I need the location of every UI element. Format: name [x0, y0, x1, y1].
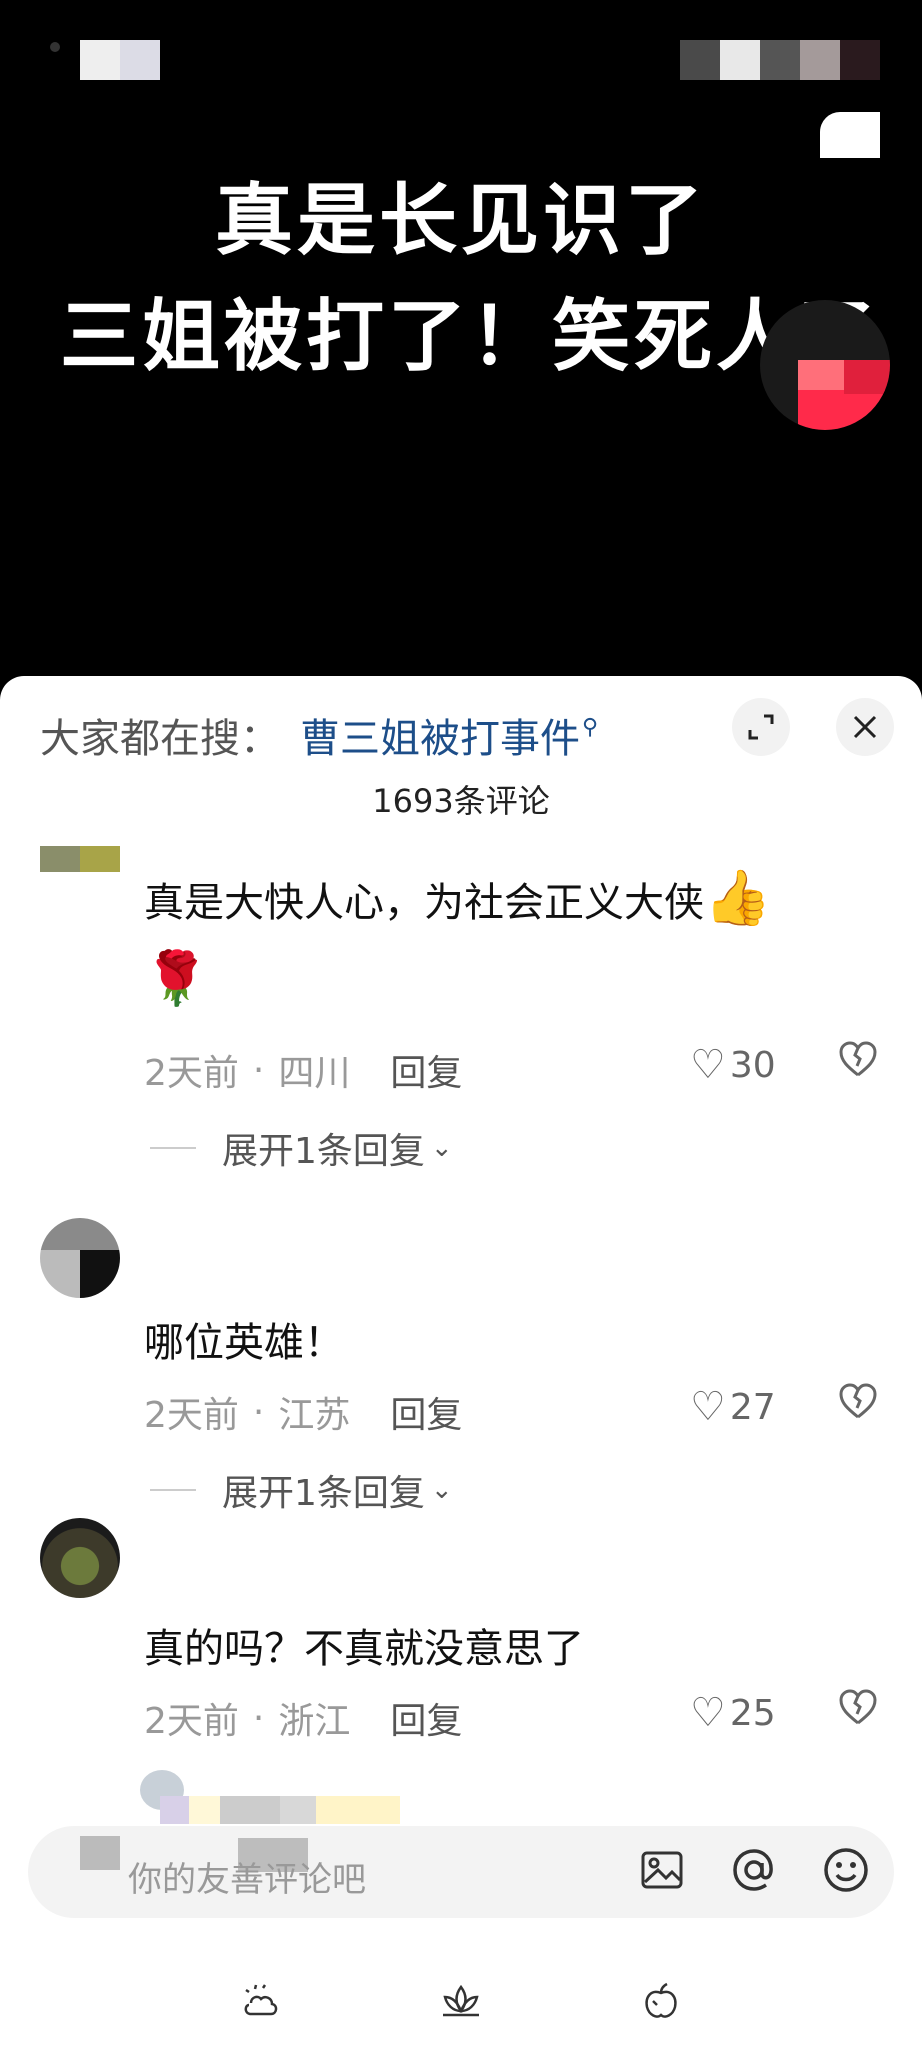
dislike-button[interactable]	[838, 1040, 878, 1087]
comment-text: 真是大快人心，为社会正义大侠👍	[144, 866, 772, 929]
dislike-button[interactable]	[838, 1382, 878, 1429]
video-area[interactable]: 真是长见识了 三姐被打了！笑死人了	[0, 0, 922, 690]
comment-location: 江苏	[278, 1395, 351, 1436]
broken-heart-icon	[839, 1383, 877, 1419]
broken-heart-icon	[839, 1689, 877, 1725]
comment-meta: 2天前 · 浙江 回复	[144, 1692, 462, 1744]
emoji-button[interactable]	[816, 1840, 876, 1900]
search-prefix: 大家都在搜：	[40, 716, 280, 762]
comment-time: 2天前	[144, 1395, 239, 1436]
avatar[interactable]	[40, 846, 120, 872]
chevron-down-icon: ⌄	[430, 1475, 453, 1505]
video-title-line1: 真是长见识了	[214, 176, 707, 266]
expand-replies-button[interactable]: 展开1条回复 ⌄	[150, 1122, 453, 1174]
close-icon	[853, 715, 877, 739]
input-blur	[238, 1838, 308, 1872]
status-bar-left	[50, 42, 60, 52]
smiley-icon	[824, 1848, 868, 1892]
expand-button[interactable]	[732, 698, 790, 756]
heart-icon: ♡	[690, 1384, 726, 1430]
mention-button[interactable]	[724, 1840, 784, 1900]
reply-preview-blur	[160, 1796, 400, 1824]
rose-emoji: 🌹	[144, 949, 209, 1009]
comment-sheet: 大家都在搜： 曹三姐被打事件 ⚲ 1693条评论 真是大快人心，为社会正义大侠👍…	[0, 676, 922, 2048]
close-button[interactable]	[836, 698, 894, 756]
like-count: 25	[729, 1692, 776, 1734]
dislike-button[interactable]	[838, 1688, 878, 1735]
avatar[interactable]	[40, 1518, 120, 1598]
like-button[interactable]: ♡ 25	[690, 1690, 776, 1736]
comment-count: 1693条评论	[372, 782, 550, 820]
status-bar-left-blur	[80, 40, 160, 80]
input-avatar-blur	[80, 1836, 120, 1870]
comment-text: 真的吗？不真就没意思了	[144, 1626, 584, 1672]
comment-meta: 2天前 · 江苏 回复	[144, 1386, 462, 1438]
like-count: 30	[729, 1044, 776, 1086]
chevron-down-icon: ⌄	[430, 1133, 453, 1163]
search-query-link[interactable]: 曹三姐被打事件	[300, 706, 580, 764]
like-button[interactable]: ♡ 27	[690, 1384, 776, 1430]
lotus-icon[interactable]	[436, 1976, 486, 2026]
fruit-icon[interactable]	[636, 1976, 686, 2026]
comment-input[interactable]: 你的友善评论吧	[28, 1826, 894, 1918]
bottom-toolbar	[0, 1966, 922, 2048]
image-button[interactable]	[632, 1840, 692, 1900]
broken-heart-icon	[839, 1041, 877, 1077]
expand-icon	[748, 714, 774, 740]
image-icon	[641, 1851, 683, 1889]
reply-button[interactable]: 回复	[390, 1386, 462, 1438]
sun-cloud-icon[interactable]	[236, 1976, 286, 2026]
comment-location: 四川	[278, 1053, 351, 1094]
comment-time: 2天前	[144, 1053, 239, 1094]
avatar[interactable]	[40, 1218, 120, 1298]
at-icon	[733, 1849, 773, 1891]
heart-icon: ♡	[690, 1042, 726, 1088]
comment-text: 哪位英雄！	[144, 1320, 344, 1366]
comment-location: 浙江	[278, 1701, 351, 1742]
creator-avatar[interactable]	[760, 300, 890, 430]
heart-icon: ♡	[690, 1690, 726, 1736]
expand-replies-button[interactable]: 展开1条回复 ⌄	[150, 1464, 453, 1516]
reply-button[interactable]: 回复	[390, 1692, 462, 1744]
reply-button[interactable]: 回复	[390, 1044, 462, 1096]
corner-blur	[820, 112, 880, 158]
search-icon: ⚲	[582, 714, 599, 740]
comment-meta: 2天前 · 四川 回复	[144, 1044, 462, 1096]
comment-time: 2天前	[144, 1701, 239, 1742]
like-count: 27	[729, 1386, 776, 1428]
like-button[interactable]: ♡ 30	[690, 1042, 776, 1088]
thumbs-up-emoji: 👍	[704, 866, 772, 929]
search-suggestion[interactable]: 大家都在搜： 曹三姐被打事件 ⚲	[40, 700, 598, 770]
status-bar-right-blur	[680, 40, 880, 80]
